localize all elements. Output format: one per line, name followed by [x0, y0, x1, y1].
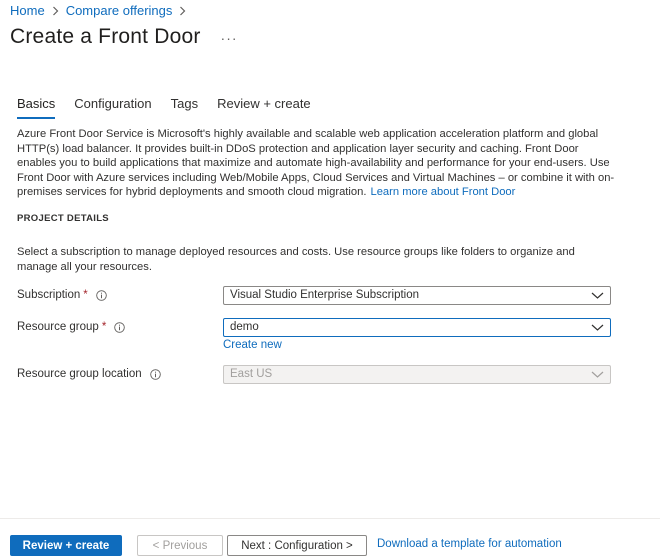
download-template-link[interactable]: Download a template for automation — [377, 538, 562, 550]
more-options-button[interactable]: ··· — [221, 30, 238, 46]
resource-group-label: Resource group — [17, 321, 99, 333]
project-details-description: Select a subscription to manage deployed… — [17, 246, 575, 273]
chevron-right-icon — [52, 6, 59, 16]
title-row: Create a Front Door ··· — [10, 25, 238, 49]
subscription-row: Subscription * Visual Studio Enterprise … — [17, 285, 617, 305]
intro-paragraph: Azure Front Door Service is Microsoft's … — [17, 127, 617, 200]
review-create-button[interactable]: Review + create — [10, 535, 122, 556]
learn-more-link[interactable]: Learn more about Front Door — [370, 186, 515, 198]
breadcrumb-compare-offerings-link[interactable]: Compare offerings — [66, 3, 173, 18]
required-marker: * — [83, 289, 88, 301]
chevron-down-icon — [591, 369, 604, 380]
info-icon[interactable] — [149, 368, 161, 380]
tab-tags[interactable]: Tags — [171, 96, 198, 119]
resource-group-label-group: Resource group * — [17, 321, 223, 333]
page-title: Create a Front Door — [10, 25, 201, 48]
info-icon[interactable] — [114, 321, 126, 333]
breadcrumb: Home Compare offerings — [10, 3, 193, 18]
intro-text: Azure Front Door Service is Microsoft's … — [17, 128, 615, 199]
subscription-label-group: Subscription * — [17, 289, 223, 301]
tab-configuration[interactable]: Configuration — [74, 96, 151, 119]
tab-basics[interactable]: Basics — [17, 96, 56, 119]
location-label: Resource group location — [17, 368, 142, 380]
subscription-value: Visual Studio Enterprise Subscription — [230, 289, 420, 301]
next-configuration-button[interactable]: Next : Configuration > — [227, 535, 367, 556]
chevron-down-icon — [591, 322, 604, 333]
project-details-heading: PROJECT DETAILS — [17, 213, 109, 224]
location-dropdown: East US — [223, 364, 611, 384]
resource-group-dropdown[interactable]: demo — [223, 317, 611, 337]
tab-review-create[interactable]: Review + create — [217, 96, 311, 119]
resource-group-row: Resource group * demo — [17, 317, 617, 337]
location-label-group: Resource group location — [17, 368, 223, 380]
footer-divider — [0, 518, 660, 519]
resource-group-value: demo — [230, 321, 259, 333]
chevron-right-icon — [179, 6, 186, 16]
tab-bar: Basics Configuration Tags Review + creat… — [17, 96, 330, 119]
resource-group-location-row: Resource group location East US — [17, 364, 617, 384]
subscription-dropdown[interactable]: Visual Studio Enterprise Subscription — [223, 285, 611, 305]
location-value: East US — [230, 368, 273, 380]
required-marker: * — [101, 321, 107, 333]
previous-button: < Previous — [137, 535, 223, 556]
create-front-door-page: Home Compare offerings Create a Front Do… — [0, 0, 660, 560]
subscription-label: Subscription — [17, 289, 81, 301]
chevron-down-icon — [591, 290, 604, 301]
info-icon[interactable] — [96, 289, 107, 301]
create-new-resource-group-link[interactable]: Create new — [223, 339, 282, 351]
breadcrumb-home-link[interactable]: Home — [10, 3, 45, 18]
